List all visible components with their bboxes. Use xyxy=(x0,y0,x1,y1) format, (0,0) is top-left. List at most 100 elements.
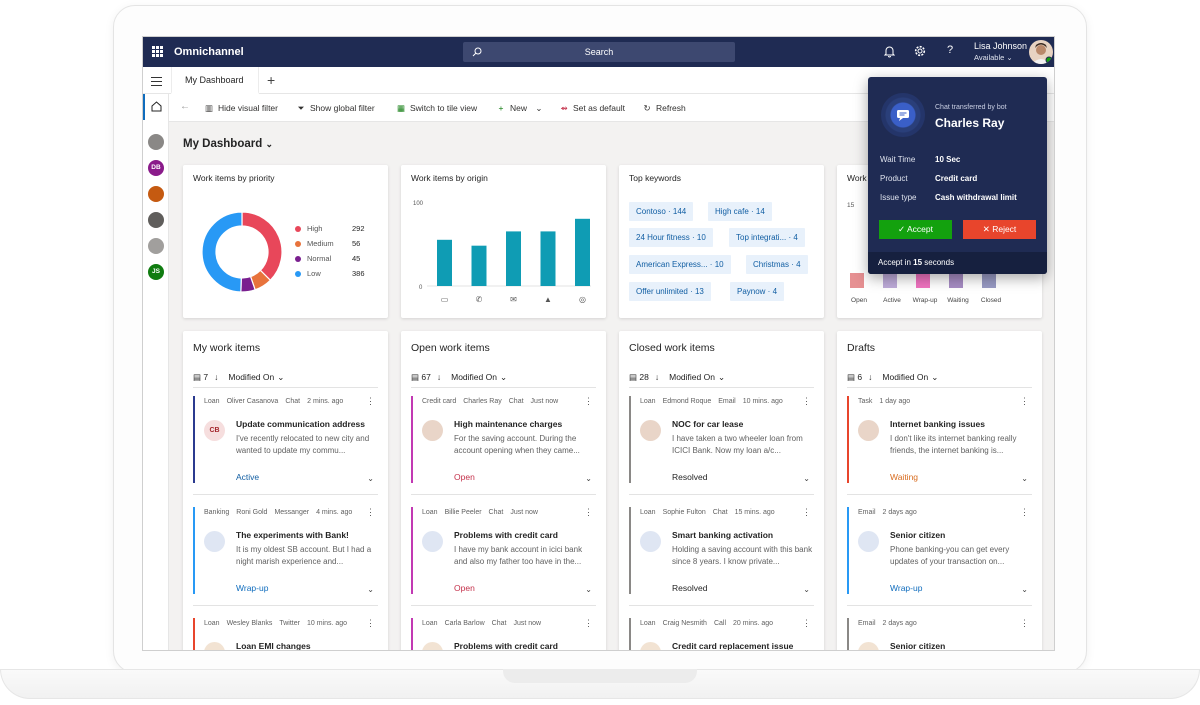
more-options-icon[interactable]: ⋮ xyxy=(584,618,593,629)
expand-icon[interactable]: ⌄ xyxy=(803,585,810,594)
list-item[interactable]: Loan Sophie Fulton Chat 15 mins. ago ⋮ Smart … xyxy=(629,507,814,612)
item-meta-time: 10 mins. ago xyxy=(742,398,783,405)
sort-arrow-icon[interactable]: ↓ xyxy=(437,372,441,382)
sort-field[interactable]: Modified On xyxy=(451,372,497,382)
tab-my-dashboard[interactable]: My Dashboard xyxy=(171,67,259,94)
list-item[interactable]: Banking Roni Gold Messanger 4 mins. ago ⋮ The… xyxy=(193,507,378,612)
expand-icon[interactable]: ⌄ xyxy=(803,474,810,483)
refresh-button[interactable]: ↻ Refresh xyxy=(642,103,685,114)
item-meta-time: Just now xyxy=(510,509,538,516)
laptop-notch xyxy=(503,669,697,683)
status-badge: Open xyxy=(454,583,475,593)
status-bar[interactable] xyxy=(916,273,930,288)
sort-field[interactable]: Modified On xyxy=(669,372,715,382)
status-bar[interactable] xyxy=(883,273,897,288)
clipboard-icon: ▤ xyxy=(411,372,422,382)
help-icon[interactable]: ? xyxy=(947,44,953,56)
more-options-icon[interactable]: ⋮ xyxy=(802,507,811,518)
item-meta-ch: Chat xyxy=(712,509,728,516)
add-tab-icon[interactable]: + xyxy=(267,72,275,88)
expand-icon[interactable]: ⌄ xyxy=(1021,474,1028,483)
session-avatar[interactable] xyxy=(148,186,164,202)
keyword-chip[interactable]: 24 Hour fitness · 10 xyxy=(629,228,713,247)
bar-phone[interactable] xyxy=(471,245,487,286)
worklist-sort-bar[interactable]: ▤ 28 ↓ Modified On ⌄ xyxy=(629,372,725,383)
expand-icon[interactable]: ⌄ xyxy=(1021,585,1028,594)
worklist-sort-bar[interactable]: ▤ 7 ↓ Modified On ⌄ xyxy=(193,372,284,383)
donut-slice-low[interactable] xyxy=(201,211,243,293)
avatar xyxy=(640,420,661,441)
expand-icon[interactable]: ⌄ xyxy=(367,474,374,483)
sort-arrow-icon[interactable]: ↓ xyxy=(655,372,659,382)
bar-email[interactable] xyxy=(506,231,521,286)
session-avatar[interactable] xyxy=(148,238,164,254)
keyword-chip[interactable]: Paynow · 4 xyxy=(730,282,785,301)
more-options-icon[interactable]: ⋮ xyxy=(802,618,811,629)
status-bar[interactable] xyxy=(850,273,864,288)
show-global-filter-button[interactable]: ⏷ Show global filter xyxy=(296,103,375,114)
list-item[interactable]: Loan Carla Barlow Chat Just now ⋮ Problems wi… xyxy=(411,618,596,650)
more-options-icon[interactable]: ⋮ xyxy=(366,396,375,407)
keyword-chip[interactable]: High cafe · 14 xyxy=(708,202,772,221)
bar-twitter[interactable] xyxy=(540,231,556,286)
keyword-chip[interactable]: Contoso · 144 xyxy=(629,202,694,221)
worklist-sort-bar[interactable]: ▤ 6 ↓ Modified On ⌄ xyxy=(847,372,938,383)
worklist-sort-bar[interactable]: ▤ 67 ↓ Modified On ⌄ xyxy=(411,372,507,383)
session-avatar[interactable] xyxy=(148,134,164,150)
more-options-icon[interactable]: ⋮ xyxy=(1020,396,1029,407)
list-item[interactable]: Task 1 day ago ⋮ Internet banking issues I d… xyxy=(847,396,1032,501)
reject-button[interactable]: ✕ Reject xyxy=(963,220,1036,239)
app-launcher-icon[interactable] xyxy=(152,46,163,57)
page-title[interactable]: My Dashboard ⌄ xyxy=(183,138,273,150)
list-item[interactable]: Loan Edmond Roque Email 10 mins. ago ⋮ NOC fo… xyxy=(629,396,814,501)
search-box[interactable]: Search xyxy=(463,42,735,62)
expand-icon[interactable]: ⌄ xyxy=(367,585,374,594)
status-bar[interactable] xyxy=(982,273,996,288)
bell-icon[interactable] xyxy=(884,45,895,58)
hide-visual-filter-button[interactable]: ▥ Hide visual filter xyxy=(204,103,278,114)
more-options-icon[interactable]: ⋮ xyxy=(1020,507,1029,518)
new-button[interactable]: + New ⌄ xyxy=(496,103,543,114)
sort-arrow-icon[interactable]: ↓ xyxy=(214,372,218,382)
sort-arrow-icon[interactable]: ↓ xyxy=(868,372,872,382)
back-arrow-icon[interactable]: ← xyxy=(180,101,190,112)
accept-button[interactable]: ✓ Accept xyxy=(879,220,952,239)
more-options-icon[interactable]: ⋮ xyxy=(584,507,593,518)
gear-icon[interactable] xyxy=(914,45,926,57)
user-info[interactable]: Lisa Johnson Available ⌄ xyxy=(974,41,1027,63)
keyword-chip[interactable]: American Express... · 10 xyxy=(629,255,731,274)
switch-tile-button[interactable]: ▦ Switch to tile view xyxy=(396,103,477,114)
sort-field[interactable]: Modified On xyxy=(228,372,274,382)
clipboard-icon: ▤ xyxy=(847,372,858,382)
session-avatar[interactable]: JS xyxy=(148,264,164,280)
list-item[interactable]: Loan Oliver Casanova Chat 2 mins. ago ⋮ CB Upd… xyxy=(193,396,378,501)
hamburger-icon[interactable] xyxy=(151,77,162,86)
item-subject: Credit card replacement issue xyxy=(672,641,794,651)
keyword-chip[interactable]: Christmas · 4 xyxy=(746,255,808,274)
list-item[interactable]: Loan Wesley Blanks Twitter 10 mins. ago ⋮ Loa… xyxy=(193,618,378,650)
list-item[interactable]: Email 2 days ago ⋮ Senior citizen xyxy=(847,618,1032,650)
status-bar[interactable] xyxy=(949,273,963,288)
keyword-chip[interactable]: Top integrati... · 4 xyxy=(729,228,805,247)
session-avatar[interactable] xyxy=(148,212,164,228)
more-options-icon[interactable]: ⋮ xyxy=(584,396,593,407)
home-button[interactable] xyxy=(143,94,169,120)
more-options-icon[interactable]: ⋮ xyxy=(802,396,811,407)
list-item[interactable]: Loan Craig Nesmith Call 20 mins. ago ⋮ Credit… xyxy=(629,618,814,651)
expand-icon[interactable]: ⌄ xyxy=(585,585,592,594)
list-item[interactable]: Loan Billie Peeler Chat Just now ⋮ Problems w… xyxy=(411,507,596,612)
keyword-chip[interactable]: Offer unlimited · 13 xyxy=(629,282,711,301)
set-default-button[interactable]: ⇴ Set as default xyxy=(559,103,625,114)
more-options-icon[interactable]: ⋮ xyxy=(366,507,375,518)
sort-field[interactable]: Modified On xyxy=(882,372,928,382)
bar-chat[interactable] xyxy=(437,239,452,286)
donut-slice-high[interactable] xyxy=(241,211,283,282)
session-avatar[interactable]: DB xyxy=(148,160,164,176)
user-avatar[interactable] xyxy=(1029,40,1053,64)
more-options-icon[interactable]: ⋮ xyxy=(366,618,375,629)
expand-icon[interactable]: ⌄ xyxy=(585,474,592,483)
bar-messenger[interactable] xyxy=(575,218,590,286)
list-item[interactable]: Credit card Charles Ray Chat Just now ⋮ High … xyxy=(411,396,596,501)
list-item[interactable]: Email 2 days ago ⋮ Senior citizen Phone bank… xyxy=(847,507,1032,612)
more-options-icon[interactable]: ⋮ xyxy=(1020,618,1029,629)
